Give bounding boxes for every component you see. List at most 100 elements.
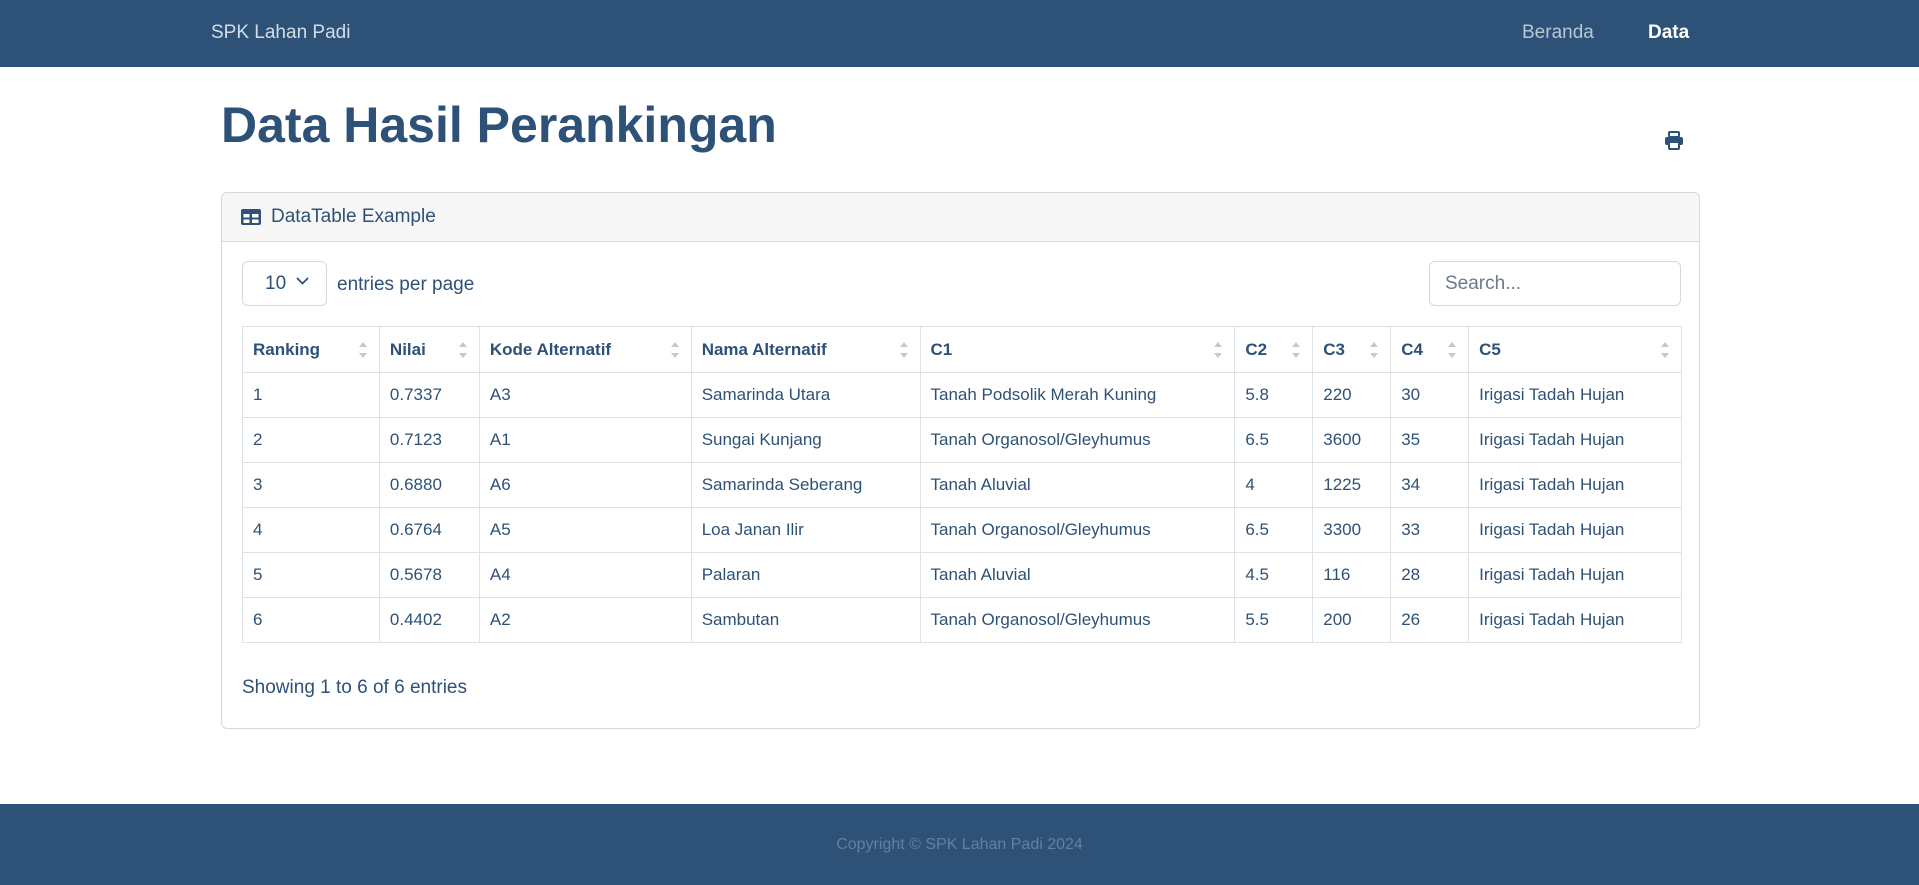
- table-cell: 5: [242, 552, 380, 598]
- sort-icon[interactable]: [899, 342, 908, 358]
- table-cell: Irigasi Tadah Hujan: [1468, 552, 1682, 598]
- sort-icon[interactable]: [1661, 342, 1669, 358]
- table-cell: 0.4402: [378, 597, 480, 643]
- table-icon: [241, 207, 262, 228]
- nav-link-beranda[interactable]: Beranda: [1522, 22, 1594, 44]
- footer-copyright: Copyright © SPK Lahan Padi 2024: [836, 835, 1083, 853]
- column-header-c5[interactable]: C5: [1468, 326, 1682, 373]
- table-row: 2 0.7123 A1 Sungai Kunjang Tanah Organosol/G…: [242, 417, 1682, 463]
- table-cell: 4.5: [1234, 552, 1314, 598]
- table-cell: Loa Janan Ilir: [690, 507, 921, 553]
- sort-icon[interactable]: [358, 342, 367, 358]
- column-header-kode-alternatif[interactable]: Kode Alternatif: [478, 326, 692, 373]
- top-navbar: SPK Lahan Padi Beranda Data: [0, 0, 1919, 67]
- table-cell: 1: [242, 372, 380, 418]
- column-header-c3[interactable]: C3: [1312, 326, 1392, 373]
- table-cell: A3: [478, 372, 692, 418]
- table-cell: Tanah Aluvial: [919, 552, 1236, 598]
- table-cell: 4: [1234, 462, 1314, 508]
- chevron-down-icon: [296, 277, 309, 285]
- table-row: 6 0.4402 A2 Sambutan Tanah Organosol/Gleyhum…: [242, 597, 1682, 643]
- column-header-c1[interactable]: C1: [919, 326, 1236, 373]
- column-header-label: C2: [1245, 339, 1268, 359]
- table-cell: Irigasi Tadah Hujan: [1468, 462, 1682, 508]
- table-cell: 0.7123: [378, 417, 480, 463]
- print-icon: [1665, 130, 1683, 150]
- table-cell: 28: [1390, 552, 1470, 598]
- column-header-nilai[interactable]: Nilai: [378, 326, 480, 373]
- table-cell: Irigasi Tadah Hujan: [1468, 372, 1682, 418]
- table-cell: Tanah Aluvial: [919, 462, 1236, 508]
- table-cell: Tanah Organosol/Gleyhumus: [919, 507, 1236, 553]
- sort-icon[interactable]: [1448, 342, 1457, 358]
- table-cell: A1: [478, 417, 692, 463]
- table-cell: 4: [242, 507, 380, 553]
- card-header-title: DataTable Example: [271, 206, 436, 227]
- table-cell: Tanah Podsolik Merah Kuning: [919, 372, 1236, 418]
- entries-per-page-select[interactable]: 10: [242, 261, 327, 306]
- column-header-ranking[interactable]: Ranking: [242, 326, 380, 373]
- column-header-label: C1: [930, 339, 953, 359]
- nav-link-data[interactable]: Data: [1648, 22, 1689, 44]
- column-header-label: C4: [1401, 339, 1423, 359]
- table-cell: 2: [242, 417, 380, 463]
- table-cell: Palaran: [690, 552, 921, 598]
- table-cell: Samarinda Seberang: [690, 462, 921, 508]
- table-row: 4 0.6764 A5 Loa Janan Ilir Tanah Organosol/G…: [242, 507, 1682, 553]
- table-cell: 5.8: [1234, 372, 1314, 418]
- table-cell: 6.5: [1234, 507, 1314, 553]
- column-header-c4[interactable]: C4: [1390, 326, 1470, 373]
- table-cell: Samarinda Utara: [690, 372, 921, 418]
- table-cell: Irigasi Tadah Hujan: [1468, 507, 1682, 553]
- entries-per-page-value: 10: [265, 272, 287, 294]
- entries-per-page-label: entries per page: [337, 274, 475, 295]
- table-cell: Tanah Organosol/Gleyhumus: [919, 417, 1236, 463]
- ranking-table: Ranking Nilai Kode Alternatif Nama Alternat…: [242, 326, 1682, 643]
- table-cell: A4: [478, 552, 692, 598]
- table-cell: 220: [1312, 372, 1392, 418]
- table-cell: 1225: [1312, 462, 1392, 508]
- table-cell: 30: [1390, 372, 1470, 418]
- column-header-nama-alternatif[interactable]: Nama Alternatif: [690, 326, 921, 373]
- column-header-label: Nama Alternatif: [701, 339, 827, 359]
- column-header-label: C5: [1479, 339, 1501, 359]
- table-cell: 26: [1390, 597, 1470, 643]
- table-cell: 3300: [1312, 507, 1392, 553]
- table-cell: A6: [478, 462, 692, 508]
- table-cell: Sambutan: [690, 597, 921, 643]
- table-cell: 33: [1390, 507, 1470, 553]
- table-cell: Sungai Kunjang: [690, 417, 921, 463]
- table-info: Showing 1 to 6 of 6 entries: [242, 677, 467, 698]
- datatable-card: DataTable Example 10 entries per page Ra…: [221, 192, 1700, 729]
- page-title: Data Hasil Perankingan: [221, 97, 777, 153]
- table-cell: 200: [1312, 597, 1392, 643]
- footer: Copyright © SPK Lahan Padi 2024: [0, 804, 1919, 885]
- column-header-label: Nilai: [389, 339, 426, 359]
- brand-link[interactable]: SPK Lahan Padi: [211, 22, 350, 44]
- column-header-label: C3: [1323, 339, 1345, 359]
- table-cell: 0.7337: [378, 372, 480, 418]
- table-cell: 0.6764: [378, 507, 480, 553]
- table-header-row: Ranking Nilai Kode Alternatif Nama Alternat…: [242, 326, 1682, 373]
- sort-icon[interactable]: [670, 342, 679, 358]
- sort-icon[interactable]: [1370, 342, 1379, 358]
- table-row: 1 0.7337 A3 Samarinda Utara Tanah Podsolik M…: [242, 372, 1682, 418]
- table-cell: 0.6880: [378, 462, 480, 508]
- table-cell: 3600: [1312, 417, 1392, 463]
- column-header-label: Kode Alternatif: [489, 339, 612, 359]
- table-cell: A5: [478, 507, 692, 553]
- print-button[interactable]: [1661, 127, 1687, 153]
- table-cell: Irigasi Tadah Hujan: [1468, 597, 1682, 643]
- table-cell: A2: [478, 597, 692, 643]
- table-cell: Irigasi Tadah Hujan: [1468, 417, 1682, 463]
- table-row: 5 0.5678 A4 Palaran Tanah Aluvial 4.5 116 28 Iri…: [242, 552, 1682, 598]
- column-header-c2[interactable]: C2: [1234, 326, 1314, 373]
- card-header: DataTable Example: [222, 193, 1699, 242]
- sort-icon[interactable]: [458, 342, 467, 358]
- sort-icon[interactable]: [1214, 342, 1223, 358]
- table-cell: 34: [1390, 462, 1470, 508]
- search-input[interactable]: [1429, 261, 1681, 306]
- table-body: 1 0.7337 A3 Samarinda Utara Tanah Podsolik M…: [242, 372, 1682, 643]
- sort-icon[interactable]: [1292, 342, 1301, 358]
- table-row: 3 0.6880 A6 Samarinda Seberang Tanah Aluvial…: [242, 462, 1682, 508]
